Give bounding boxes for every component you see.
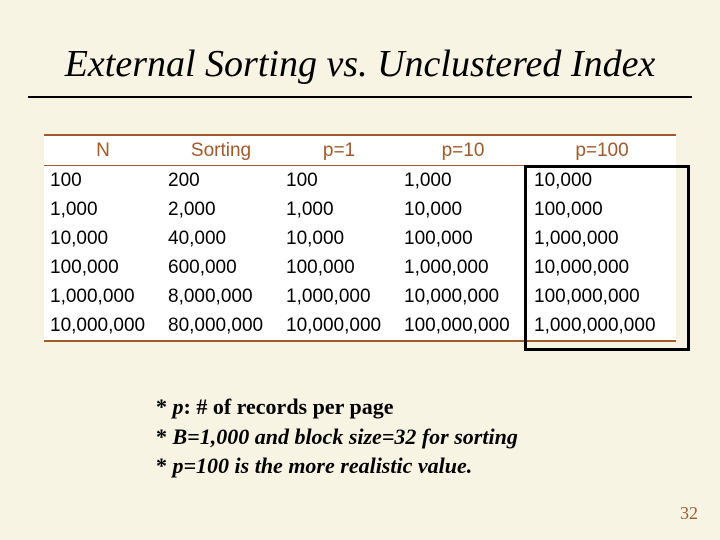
table-row: 10,000,000 80,000,000 10,000,000 100,000… [44,311,676,340]
cell: 1,000,000,000 [528,311,676,340]
table-row: 10,000 40,000 10,000 100,000 1,000,000 [44,224,676,253]
cell: 10,000,000 [398,282,528,311]
cell: 100,000 [280,253,398,282]
footnote-text: p=100 is the more realistic value. [173,453,473,478]
col-header-p1: p=1 [280,136,398,165]
cell: 1,000,000 [44,282,162,311]
footnote-line: * B=1,000 and block size=32 for sorting [156,422,518,452]
cell: 1,000,000 [280,282,398,311]
footnotes: * p: # of records per page * B=1,000 and… [156,392,518,481]
cell: 8,000,000 [162,282,280,311]
col-header-n: N [44,136,162,165]
footnote-text: B=1,000 and block size=32 for sorting [173,424,518,449]
table-row: 1,000 2,000 1,000 10,000 100,000 [44,195,676,224]
cell: 80,000,000 [162,311,280,340]
col-header-sorting: Sorting [162,136,280,165]
page-number: 32 [680,503,698,524]
table-row: 100,000 600,000 100,000 1,000,000 10,000… [44,253,676,282]
cell: 100,000 [398,224,528,253]
table-row: 1,000,000 8,000,000 1,000,000 10,000,000… [44,282,676,311]
cell: 1,000 [398,166,528,195]
cell: 100,000 [44,253,162,282]
col-header-p100: p=100 [528,136,676,165]
cell: 10,000 [528,166,676,195]
cell: 1,000 [44,195,162,224]
cell: 1,000,000 [528,224,676,253]
cell: 10,000 [280,224,398,253]
star-icon: * [156,394,167,419]
cell: 100 [44,166,162,195]
cell: 40,000 [162,224,280,253]
footnote-var: p [173,394,184,419]
data-table: N Sorting p=1 p=10 p=100 100 200 100 1,0… [44,134,676,342]
cell: 10,000,000 [528,253,676,282]
cell: 10,000,000 [44,311,162,340]
cell: 10,000 [398,195,528,224]
col-header-p10: p=10 [398,136,528,165]
footnote-line: * p=100 is the more realistic value. [156,451,518,481]
footnote-line: * p: # of records per page [156,392,518,422]
table-header-row: N Sorting p=1 p=10 p=100 [44,136,676,166]
slide-title: External Sorting vs. Unclustered Index [0,42,720,86]
star-icon: * [156,453,167,478]
title-underline [28,96,692,98]
cell: 200 [162,166,280,195]
cell: 600,000 [162,253,280,282]
slide: External Sorting vs. Unclustered Index N… [0,0,720,540]
footnote-text: : # of records per page [184,394,394,419]
cell: 10,000 [44,224,162,253]
cell: 1,000,000 [398,253,528,282]
cell: 100 [280,166,398,195]
cell: 2,000 [162,195,280,224]
cell: 1,000 [280,195,398,224]
table-row: 100 200 100 1,000 10,000 [44,166,676,195]
cell: 10,000,000 [280,311,398,340]
star-icon: * [156,424,167,449]
cell: 100,000 [528,195,676,224]
cell: 100,000,000 [528,282,676,311]
cell: 100,000,000 [398,311,528,340]
